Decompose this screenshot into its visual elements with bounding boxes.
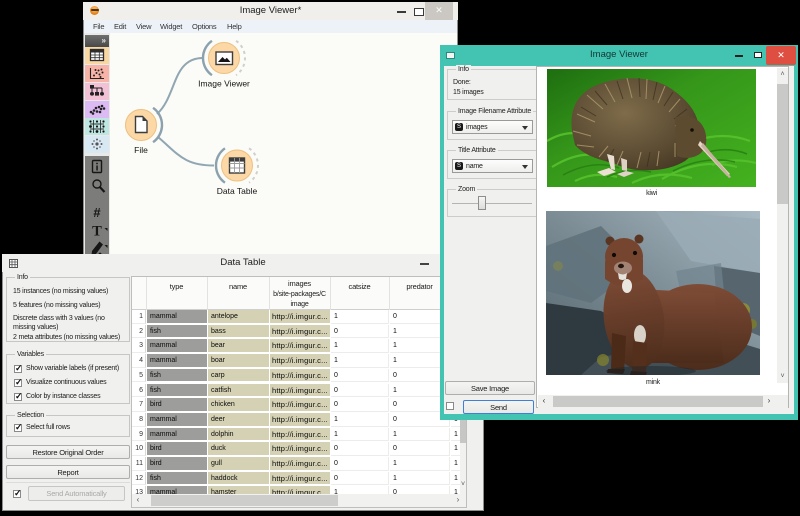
svg-text:T: T (92, 223, 102, 239)
svg-text:#: # (93, 205, 101, 220)
svg-text:File: File (134, 145, 148, 155)
svg-text:Data Table: Data Table (217, 186, 258, 196)
svg-text:Image Viewer: Image Viewer (198, 79, 250, 89)
